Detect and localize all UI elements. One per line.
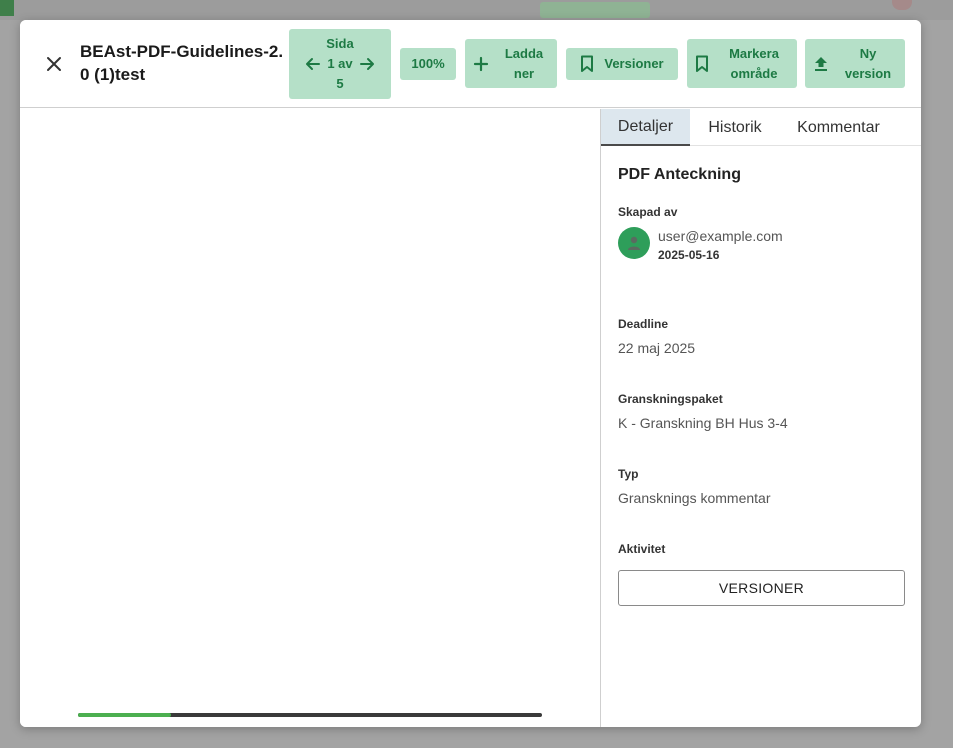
backdrop-bar <box>0 0 953 20</box>
mark-area-label: Markera område <box>729 45 779 81</box>
zoom-button[interactable]: 100% <box>400 48 456 80</box>
panel-tabs: Detaljer Historik Kommentar <box>601 109 921 146</box>
versions-button[interactable]: Versioner <box>566 48 678 80</box>
pdf-viewer-dialog: BEAst-PDF-Guidelines-2.0 (1)test Sida 1 … <box>20 20 921 727</box>
created-date: 2025-05-16 <box>658 248 720 262</box>
page-total: 5 <box>336 76 344 91</box>
type-label: Typ <box>618 467 639 481</box>
download-button[interactable]: Ladda ner <box>465 39 557 88</box>
mark-area-button[interactable]: Markera område <box>687 39 797 88</box>
activity-versions-button[interactable]: VERSIONER <box>618 570 905 606</box>
avatar <box>618 227 650 259</box>
type-value: Gransknings kommentar <box>618 490 771 506</box>
bookmark-icon <box>696 55 708 72</box>
loading-progress-fill <box>78 713 171 717</box>
package-label: Granskningspaket <box>618 392 723 406</box>
plus-icon <box>473 56 489 71</box>
created-by-label: Skapad av <box>618 205 678 219</box>
page-label: Sida <box>326 36 354 51</box>
panel-title: PDF Anteckning <box>618 166 741 183</box>
tab-comment[interactable]: Kommentar <box>780 109 897 146</box>
backdrop-button <box>540 2 650 18</box>
pdf-canvas[interactable] <box>20 109 601 727</box>
new-version-button[interactable]: Ny version <box>805 39 905 88</box>
page-navigator: Sida 1 av 5 <box>289 29 391 99</box>
details-panel: Detaljer Historik Kommentar PDF Anteckni… <box>601 109 921 727</box>
package-value: K - Granskning BH Hus 3-4 <box>618 415 788 431</box>
document-title: BEAst-PDF-Guidelines-2.0 (1)test <box>80 42 284 84</box>
upload-icon <box>815 56 827 71</box>
deadline-value: 22 maj 2025 <box>618 340 696 356</box>
page-indicator: 1 av <box>327 56 353 71</box>
created-by-email: user@example.com <box>658 228 783 244</box>
loading-progress <box>78 713 542 717</box>
arrow-left-icon[interactable] <box>305 56 321 72</box>
versions-label: Versioner <box>604 56 664 71</box>
backdrop-logo <box>0 0 14 16</box>
arrow-right-icon[interactable] <box>359 56 375 72</box>
user-icon <box>628 236 640 250</box>
activity-label: Aktivitet <box>618 542 666 556</box>
new-version-label: Ny version <box>844 45 892 81</box>
dialog-header: BEAst-PDF-Guidelines-2.0 (1)test Sida 1 … <box>20 20 921 108</box>
bookmark-icon <box>581 55 594 72</box>
tab-history[interactable]: Historik <box>690 109 780 146</box>
download-label: Ladda ner <box>504 45 544 81</box>
deadline-label: Deadline <box>618 317 669 331</box>
close-button[interactable] <box>42 52 66 76</box>
close-icon <box>47 57 61 71</box>
tab-details[interactable]: Detaljer <box>601 109 690 146</box>
